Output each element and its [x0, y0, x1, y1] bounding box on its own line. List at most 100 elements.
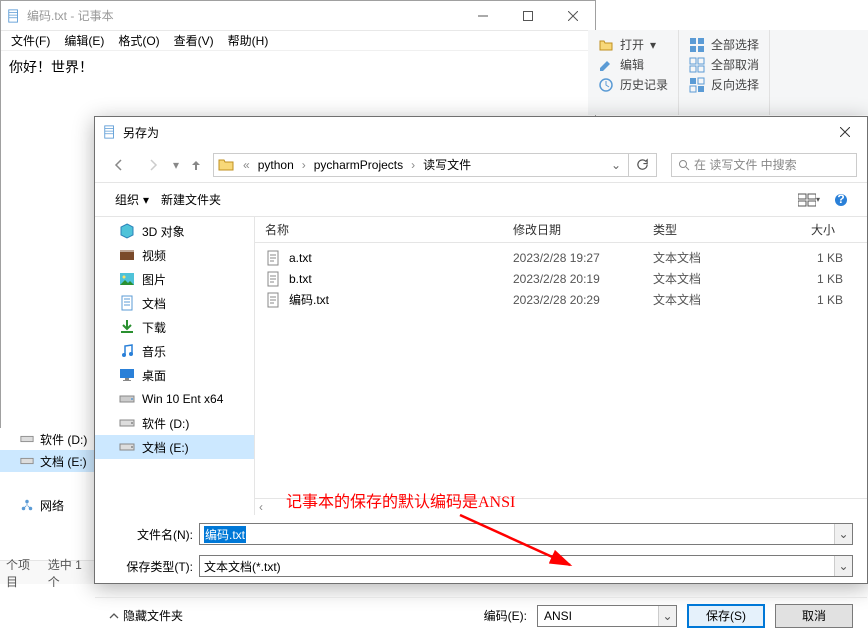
organize-button[interactable]: 组织 ▾	[109, 187, 155, 212]
sidebar-item-label: 下载	[142, 319, 166, 336]
chevron-down-icon: ▾	[143, 193, 149, 207]
refresh-button[interactable]	[628, 153, 656, 177]
sidebar-item-picture[interactable]: 图片	[95, 267, 254, 291]
nav-back-button[interactable]	[105, 153, 133, 177]
encoding-combo[interactable]: ANSI ⌄	[537, 605, 677, 627]
breadcrumb-segment[interactable]: 读写文件	[421, 156, 473, 173]
sidebar-item-drive[interactable]: 软件 (D:)	[95, 411, 254, 435]
sidebar-item-desktop[interactable]: 桌面	[95, 363, 254, 387]
ribbon-select-all[interactable]: 全部选择	[689, 36, 759, 53]
dialog-title: 另存为	[123, 124, 822, 141]
ribbon-history[interactable]: 历史记录	[598, 76, 668, 93]
chevron-up-icon	[109, 611, 119, 621]
filename-value: 编码.txt	[204, 526, 246, 543]
ribbon-deselect[interactable]: 全部取消	[689, 56, 759, 73]
cancel-button[interactable]: 取消	[775, 604, 853, 628]
dialog-toolbar: 组织 ▾ 新建文件夹 ▾ ?	[95, 183, 867, 217]
tree-item[interactable]: 网络	[0, 494, 94, 516]
menu-view[interactable]: 查看(V)	[168, 30, 220, 51]
breadcrumb-segment[interactable]: pycharmProjects	[312, 158, 405, 172]
view-options-button[interactable]: ▾	[797, 190, 821, 210]
maximize-button[interactable]	[505, 1, 550, 30]
chevron-down-icon[interactable]: ⌄	[834, 556, 852, 576]
filename-input[interactable]: 编码.txt ⌄	[199, 523, 853, 545]
file-row[interactable]: a.txt2023/2/28 19:27文本文档1 KB	[255, 247, 867, 268]
nav-up-button[interactable]	[185, 153, 207, 177]
text-file-icon	[265, 292, 281, 308]
tree-item[interactable]	[0, 472, 94, 494]
horizontal-scrollbar[interactable]: ‹	[255, 498, 867, 515]
sidebar-item-label: 文档	[142, 295, 166, 312]
breadcrumb-segment[interactable]: python	[256, 158, 296, 172]
sidebar-item-label: 桌面	[142, 367, 166, 384]
encoding-value: ANSI	[544, 609, 572, 623]
menu-format[interactable]: 格式(O)	[112, 30, 165, 51]
new-folder-button[interactable]: 新建文件夹	[155, 187, 227, 212]
chevron-down-icon[interactable]: ⌄	[834, 524, 852, 544]
column-date[interactable]: 修改日期	[513, 221, 653, 238]
column-size[interactable]: 大小	[793, 221, 843, 238]
column-type[interactable]: 类型	[653, 221, 793, 238]
save-button[interactable]: 保存(S)	[687, 604, 765, 628]
file-size: 1 KB	[793, 272, 843, 286]
drive-icon	[119, 439, 135, 455]
folder-sidebar[interactable]: 3D 对象视频图片文档下载音乐桌面 Win 10 Ent x64软件 (D:)文档…	[95, 217, 255, 515]
notepad-app-icon	[7, 9, 21, 23]
notepad-text-area[interactable]: 你好！世界！	[1, 51, 595, 83]
sidebar-item-3d[interactable]: 3D 对象	[95, 219, 254, 243]
file-name: 编码.txt	[289, 291, 513, 308]
picture-icon	[119, 271, 135, 287]
close-button[interactable]	[550, 1, 595, 30]
sidebar-item-disk[interactable]: Win 10 Ent x64	[95, 387, 254, 411]
sidebar-item-label: 音乐	[142, 343, 166, 360]
sidebar-item-drive[interactable]: 文档 (E:)	[95, 435, 254, 459]
tree-item[interactable]: 文档 (E:)	[0, 450, 94, 472]
dialog-close-button[interactable]	[822, 118, 867, 147]
nav-recent-dropdown[interactable]: ▾	[173, 158, 179, 172]
notepad-app-icon	[103, 125, 117, 139]
notepad-title: 编码.txt - 记事本	[27, 7, 460, 24]
breadcrumb-bar[interactable]: « python › pycharmProjects › 读写文件 ⌄	[213, 153, 657, 177]
menu-edit[interactable]: 编辑(E)	[58, 30, 110, 51]
file-type: 文本文档	[653, 270, 793, 287]
chevron-right-icon: ›	[299, 158, 309, 172]
ribbon-open[interactable]: 打开 ▾	[598, 36, 668, 53]
search-input[interactable]: 在 读写文件 中搜索	[671, 153, 857, 177]
3d-icon	[119, 223, 135, 239]
menu-file[interactable]: 文件(F)	[5, 30, 56, 51]
menu-help[interactable]: 帮助(H)	[222, 30, 275, 51]
sidebar-item-video[interactable]: 视频	[95, 243, 254, 267]
drive-icon	[20, 498, 34, 512]
ribbon-invert[interactable]: 反向选择	[689, 76, 759, 93]
ribbon-edit[interactable]: 编辑	[598, 56, 668, 73]
encoding-label: 编码(E):	[484, 607, 527, 624]
file-list-header: 名称 修改日期 类型 大小	[255, 217, 867, 243]
filetype-value: 文本文档(*.txt)	[204, 558, 281, 575]
column-name[interactable]: 名称	[265, 221, 513, 238]
help-button[interactable]: ?	[829, 190, 853, 210]
hide-folders-toggle[interactable]: 隐藏文件夹	[109, 607, 183, 624]
sidebar-item-download[interactable]: 下载	[95, 315, 254, 339]
breadcrumb-dropdown[interactable]: ⌄	[607, 158, 625, 172]
file-date: 2023/2/28 19:27	[513, 251, 653, 265]
sidebar-item-music[interactable]: 音乐	[95, 339, 254, 363]
nav-forward-button[interactable]	[139, 153, 167, 177]
desktop-icon	[119, 367, 135, 383]
filename-label: 文件名(N):	[109, 526, 199, 543]
file-date: 2023/2/28 20:19	[513, 272, 653, 286]
file-type: 文本文档	[653, 291, 793, 308]
explorer-ribbon: 打开 ▾ 编辑 历史记录 全部选择 全部取消 反向选择	[588, 30, 868, 115]
save-as-dialog: 另存为 ▾ « python › pycharmProjects › 读写文件 …	[94, 116, 868, 584]
tree-item[interactable]: 软件 (D:)	[0, 428, 94, 450]
chevron-down-icon[interactable]: ⌄	[658, 606, 676, 626]
disk-icon	[119, 391, 135, 407]
sidebar-item-document[interactable]: 文档	[95, 291, 254, 315]
explorer-statusbar: 个项目 选中 1 个	[0, 560, 94, 584]
filetype-combo[interactable]: 文本文档(*.txt) ⌄	[199, 555, 853, 577]
video-icon	[119, 247, 135, 263]
file-list[interactable]: a.txt2023/2/28 19:27文本文档1 KBb.txt2023/2/…	[255, 243, 867, 498]
minimize-button[interactable]	[460, 1, 505, 30]
file-type: 文本文档	[653, 249, 793, 266]
file-row[interactable]: b.txt2023/2/28 20:19文本文档1 KB	[255, 268, 867, 289]
file-row[interactable]: 编码.txt2023/2/28 20:29文本文档1 KB	[255, 289, 867, 310]
